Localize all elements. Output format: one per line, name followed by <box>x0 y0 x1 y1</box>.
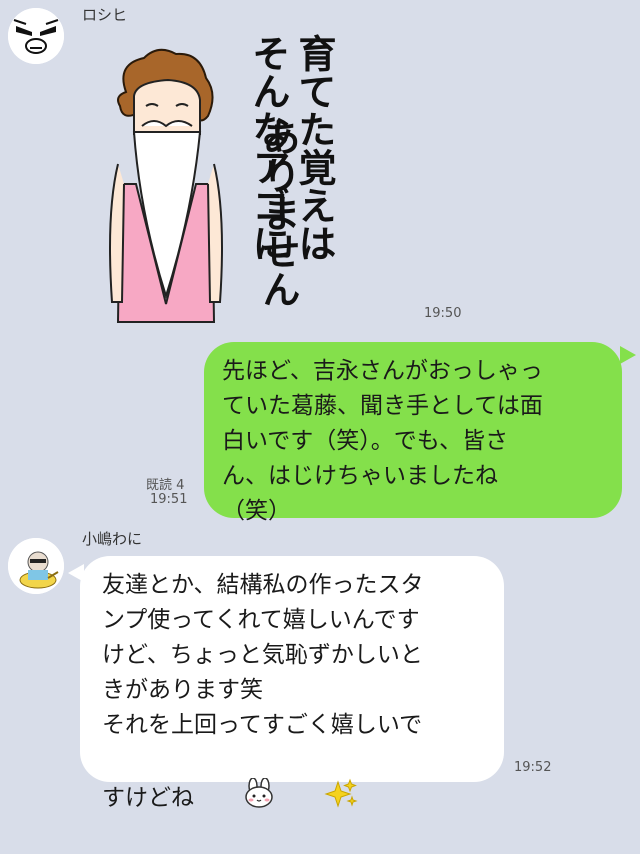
outgoing-message-bubble[interactable]: 先ほど、吉永さんがおっしゃっ ていた葛藤、聞き手としては面 白いです（笑）。でも… <box>204 342 622 524</box>
timestamp: 19:50 <box>424 306 462 321</box>
message-text: 友達とか、結構私の作ったスタ ンプ使ってくれて嬉しいんです けど、ちょっと気恥ず… <box>102 568 492 854</box>
avatar-kojima-wani[interactable] <box>8 538 64 594</box>
rabbit-face-icon <box>198 743 276 854</box>
sender-name: 小嶋わに <box>82 530 143 548</box>
bubble-tail <box>620 346 636 364</box>
avatar-face-icon <box>8 8 64 64</box>
sticker-caption-line-3: ありません <box>256 118 300 338</box>
sticker-character-illustration <box>109 48 223 323</box>
sticker-message[interactable]: そんなアゴに 育てた覚えは <box>96 34 356 324</box>
sticker-caption-line: ありません <box>256 118 300 308</box>
sparkles-icon <box>280 743 358 854</box>
avatar-character-icon <box>8 538 64 594</box>
timestamp: 19:51 <box>150 492 188 507</box>
read-receipt: 既読 4 <box>146 478 185 493</box>
incoming-message-bubble[interactable]: 友達とか、結構私の作ったスタ ンプ使ってくれて嬉しいんです けど、ちょっと気恥ず… <box>80 556 504 811</box>
message-text: 先ほど、吉永さんがおっしゃっ ていた葛藤、聞き手としては面 白いです（笑）。でも… <box>222 358 543 524</box>
sender-name: ロシヒ <box>82 6 128 24</box>
timestamp: 19:52 <box>514 760 552 775</box>
avatar-roshihi[interactable] <box>8 8 64 64</box>
